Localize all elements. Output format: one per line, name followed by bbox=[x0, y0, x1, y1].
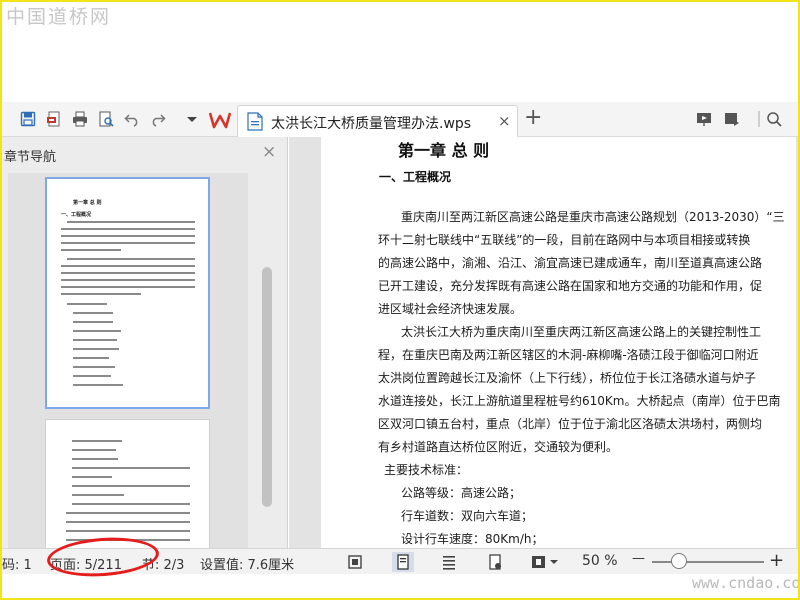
chapter-navigation-panel: 章节导航 × 第一章 总 则 一、工程概况 bbox=[0, 137, 288, 559]
paragraph-line: 主要技术标准： bbox=[384, 463, 469, 477]
thumb-text-line bbox=[72, 494, 124, 496]
thumb-text-line bbox=[66, 521, 190, 523]
zoom-out-button[interactable]: — bbox=[632, 551, 645, 566]
thumb-text-line bbox=[72, 449, 116, 451]
zoom-slider-track[interactable] bbox=[652, 561, 764, 563]
new-tab-button[interactable]: + bbox=[524, 106, 542, 130]
thumb-text-line bbox=[61, 265, 195, 267]
bookmark-icon[interactable] bbox=[724, 111, 740, 127]
dropdown-icon[interactable] bbox=[184, 111, 200, 127]
thumb-text-line bbox=[73, 321, 113, 323]
paragraph-line: 水道连接处，长江上游航道里程桩号约610Km。大桥起点（南岸）位于巴南 bbox=[378, 394, 781, 408]
thumb-text-line bbox=[72, 476, 112, 478]
document-view[interactable]: 第一章 总 则 一、工程概况 重庆南川至两江新区高速公路是重庆市高速公路规划（2… bbox=[289, 137, 800, 548]
paragraph-line: 太洪长江大桥为重庆南川至重庆两江新区高速公路上的关键控制性工 bbox=[401, 325, 762, 339]
status-setting-value[interactable]: 设置值: 7.6厘米 bbox=[200, 554, 294, 573]
page-view-icon[interactable] bbox=[392, 552, 414, 572]
search-icon[interactable] bbox=[766, 111, 782, 127]
thumb-text-line bbox=[73, 339, 117, 341]
thumb-text-line bbox=[66, 512, 190, 514]
thumb-section-title: 一、工程概况 bbox=[61, 212, 92, 218]
export-pdf-icon[interactable] bbox=[46, 111, 62, 127]
document-tab-title: 太洪长江大桥质量管理办法.wps bbox=[271, 116, 472, 132]
print-preview-icon[interactable] bbox=[98, 111, 114, 127]
toolbar: 太洪长江大桥质量管理办法.wps × + bbox=[0, 102, 800, 137]
thumbnail-list[interactable]: 第一章 总 则 一、工程概况 bbox=[8, 173, 248, 559]
page-thumbnail-current[interactable]: 第一章 总 则 一、工程概况 bbox=[45, 177, 210, 409]
paragraph-line: 行车道数：双向六车道； bbox=[401, 509, 534, 523]
thumb-text-line bbox=[61, 279, 195, 281]
thumb-text-line bbox=[73, 330, 121, 332]
wps-logo-icon[interactable] bbox=[208, 110, 232, 130]
paragraph-line: 的高速公路中，渝湘、沿江、渝宜高速已建成通车，南川至道真高速公路 bbox=[378, 256, 763, 270]
print-icon[interactable] bbox=[72, 111, 88, 127]
paragraph-line: 太洪岗位置跨越长江及渝怀（上下行线），桥位位于长江洛碛水道与炉子 bbox=[378, 371, 757, 385]
present-icon[interactable] bbox=[696, 111, 712, 127]
thumb-text-line bbox=[73, 366, 115, 368]
thumb-text-line bbox=[73, 375, 111, 377]
nav-panel-title: 章节导航 bbox=[4, 150, 57, 165]
thumb-text-line bbox=[61, 235, 195, 237]
thumb-text-line bbox=[61, 293, 141, 295]
thumb-text-line bbox=[61, 272, 195, 274]
zoom-slider-knob[interactable] bbox=[670, 553, 687, 569]
reading-mode-dropdown-icon[interactable] bbox=[528, 552, 562, 572]
thumb-text-line bbox=[67, 303, 107, 305]
toolbar-divider bbox=[758, 111, 760, 127]
status-page-code[interactable]: 码: 1 bbox=[2, 554, 32, 573]
thumb-chapter-title: 第一章 总 则 bbox=[73, 200, 102, 206]
thumb-text-line bbox=[73, 384, 123, 386]
paragraph-line: 重庆南川至两江新区高速公路是重庆市高速公路规划（2013-2030）“三 bbox=[401, 210, 785, 224]
thumb-text-line bbox=[61, 228, 195, 230]
thumb-text-line bbox=[61, 249, 121, 251]
save-icon[interactable] bbox=[20, 111, 36, 127]
nav-panel-scrollbar[interactable] bbox=[262, 267, 272, 507]
watermark-bottom: www.cndao.com bbox=[692, 574, 800, 592]
paragraph-line: 已开工建设，充分发挥既有高速公路在国家和地方交通的功能和作用，促 bbox=[378, 279, 763, 293]
section-title: 一、工程概况 bbox=[379, 170, 452, 184]
zoom-in-button[interactable]: + bbox=[769, 550, 784, 571]
redo-icon[interactable] bbox=[150, 111, 166, 127]
nav-panel-close-icon[interactable]: × bbox=[262, 142, 276, 162]
thumb-text-line bbox=[72, 458, 118, 460]
tab-close-icon[interactable]: × bbox=[498, 112, 511, 130]
paragraph-line: 区双河口镇五台村，重点（北岸）位于位于渝北区洛碛太洪场村，两侧均 bbox=[378, 417, 763, 431]
thumb-text-line bbox=[61, 242, 195, 244]
paragraph-line: 环十二射七联线中“五联线”的一段，目前在路网中与本项目相接或转换 bbox=[378, 233, 751, 247]
thumb-text-line bbox=[72, 440, 122, 442]
thumb-text-line bbox=[61, 286, 195, 288]
web-view-icon[interactable] bbox=[484, 552, 506, 572]
document-icon bbox=[247, 112, 263, 131]
thumb-text-line bbox=[72, 467, 190, 469]
thumb-text-line bbox=[72, 503, 190, 505]
paragraph-line: 设计行车速度：80Km/h； bbox=[401, 532, 544, 546]
fullscreen-view-icon[interactable] bbox=[344, 552, 366, 572]
paragraph-line: 程，在重庆巴南及两江新区辖区的木洞-麻柳嘴-洛碛江段于御临河口附近 bbox=[378, 348, 759, 362]
watermark-top: 中国道桥网 bbox=[6, 6, 112, 28]
document-page[interactable]: 第一章 总 则 一、工程概况 重庆南川至两江新区高速公路是重庆市高速公路规划（2… bbox=[321, 137, 796, 548]
paragraph-line: 公路等级：高速公路； bbox=[401, 486, 522, 500]
thumb-text-line bbox=[72, 485, 190, 487]
paragraph-line: 进区域社会经济快速发展。 bbox=[378, 302, 523, 316]
paragraph-line: 有乡村道路直达桥位区附近，交通较为便利。 bbox=[378, 440, 619, 454]
document-tab[interactable]: 太洪长江大桥质量管理办法.wps × bbox=[237, 105, 518, 137]
zoom-level[interactable]: 50 % bbox=[582, 553, 618, 569]
undo-icon[interactable] bbox=[124, 111, 140, 127]
thumb-text-line bbox=[73, 357, 109, 359]
thumb-text-line bbox=[73, 312, 113, 314]
thumb-text-line bbox=[67, 221, 195, 223]
chapter-title: 第一章 总 则 bbox=[398, 141, 490, 160]
outline-view-icon[interactable] bbox=[438, 552, 460, 572]
thumb-text-line bbox=[67, 258, 195, 260]
thumb-text-line bbox=[66, 530, 190, 532]
thumb-text-line bbox=[73, 348, 119, 350]
